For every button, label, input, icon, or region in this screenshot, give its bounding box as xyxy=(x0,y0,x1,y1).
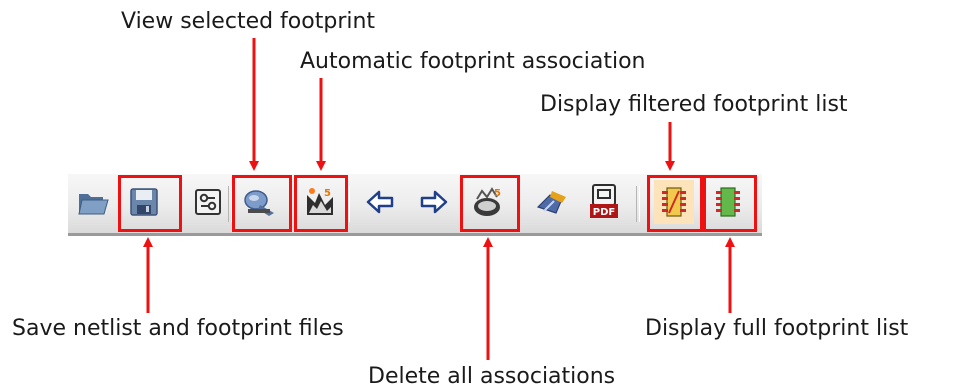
pdf-button[interactable]: PDF xyxy=(584,180,624,224)
arrow-right-icon xyxy=(419,189,449,215)
pdf-label: PDF xyxy=(593,207,615,218)
highlight-full-list-button xyxy=(703,175,757,232)
label-save-netlist-and-footprint-files: Save netlist and footprint files xyxy=(12,316,344,341)
highlight-delete-associations-button xyxy=(460,175,520,232)
highlight-save-button xyxy=(118,175,182,232)
toolbar-separator xyxy=(636,186,640,222)
documentation-icon xyxy=(534,187,570,217)
label-display-full-footprint-list: Display full footprint list xyxy=(645,316,909,341)
highlight-view-footprint-button xyxy=(232,175,292,232)
previous-button[interactable] xyxy=(360,180,400,224)
highlight-auto-association-button xyxy=(294,175,348,232)
label-automatic-footprint-association: Automatic footprint association xyxy=(300,49,646,74)
arrow-left-icon xyxy=(365,189,395,215)
pdf-icon: PDF xyxy=(588,184,620,220)
label-view-selected-footprint: View selected footprint xyxy=(121,9,376,34)
open-button[interactable] xyxy=(74,180,114,224)
next-button[interactable] xyxy=(414,180,454,224)
configure-icon xyxy=(193,187,223,217)
folder-icon xyxy=(77,187,111,217)
label-delete-all-associations: Delete all associations xyxy=(368,364,616,389)
documentation-button[interactable] xyxy=(532,180,572,224)
config-button[interactable] xyxy=(188,180,228,224)
highlight-filtered-list-button xyxy=(647,175,703,232)
label-display-filtered-footprint-list: Display filtered footprint list xyxy=(540,92,848,117)
